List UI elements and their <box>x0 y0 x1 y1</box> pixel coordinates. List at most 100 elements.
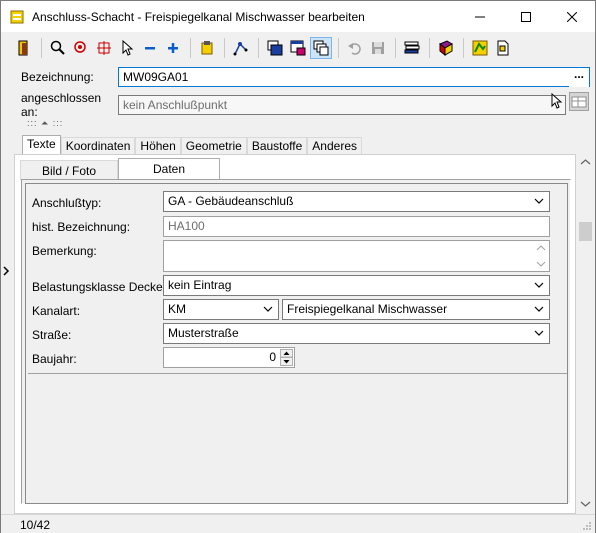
tab-geometrie[interactable]: Geometrie <box>180 137 247 155</box>
record-counter: 10/42 <box>20 518 51 532</box>
strasse-label: Straße: <box>32 328 72 342</box>
scroll-up-icon[interactable] <box>580 158 591 166</box>
belastungsklasse-label: Belastungsklasse Deckel: <box>32 280 169 294</box>
dialog-window: Anschluss-Schacht - Freispiegelkanal Mis… <box>0 0 596 533</box>
exit-icon <box>18 40 28 56</box>
splitter-grip[interactable]: ::: ⏶ ::: <box>27 118 63 129</box>
table-icon[interactable] <box>569 92 589 111</box>
crosshair-icon <box>97 41 111 55</box>
document-icon <box>497 40 509 56</box>
exit-button[interactable] <box>13 37 35 59</box>
stack-icon <box>404 41 420 54</box>
tab-anderes[interactable]: Anderes <box>307 137 362 155</box>
zoom-out-button[interactable] <box>139 37 161 59</box>
window-fill-button[interactable] <box>264 37 286 59</box>
app-icon <box>10 10 24 23</box>
hist-bezeichnung-label: hist. Bezeichnung: <box>32 220 131 234</box>
pointer-icon <box>122 40 134 56</box>
chevron-down-icon <box>534 282 544 288</box>
node-edit-icon <box>233 42 248 56</box>
anschlusstyp-value: GA - Gebäudeanschluß <box>168 194 294 208</box>
zoom-button[interactable] <box>47 37 69 59</box>
zoom-icon <box>50 40 65 55</box>
chevron-down-icon <box>263 306 273 312</box>
window-fill-icon <box>267 40 283 56</box>
minimize-icon <box>475 16 485 17</box>
crosshair-button[interactable] <box>93 37 115 59</box>
zoom-fit-icon <box>74 41 86 53</box>
map-icon <box>472 40 488 56</box>
bezeichnung-field[interactable]: MW09GA01 <box>118 67 590 87</box>
belastungsklasse-value: kein Eintrag <box>168 278 232 292</box>
vertical-scrollbar[interactable] <box>577 154 594 514</box>
toolbar <box>13 35 587 61</box>
save-icon <box>372 42 384 54</box>
undo-button[interactable] <box>344 37 366 59</box>
main-tabs: Texte Koordinaten Höhen Geometrie Bausto… <box>22 135 362 155</box>
close-icon <box>567 11 577 22</box>
strasse-value: Musterstraße <box>168 326 239 340</box>
kanalart-value: Freispiegelkanal Mischwasser <box>287 302 448 316</box>
stack-button[interactable] <box>401 37 423 59</box>
kanalart-code-select[interactable]: KM <box>163 299 279 320</box>
subtab-daten[interactable]: Daten <box>118 158 220 180</box>
book-icon <box>439 40 453 56</box>
collapse-arrow-icon[interactable] <box>3 266 10 276</box>
minimize-button[interactable] <box>457 1 503 32</box>
settings-button[interactable] <box>196 37 218 59</box>
resize-grip-icon[interactable] <box>581 520 592 531</box>
bemerkung-scroll-arrows-icon[interactable] <box>535 243 547 269</box>
belastungsklasse-select[interactable]: kein Eintrag <box>163 275 550 296</box>
document-button[interactable] <box>492 37 514 59</box>
close-button[interactable] <box>549 1 595 32</box>
tab-baustoffe[interactable]: Baustoffe <box>246 137 308 155</box>
chevron-down-icon <box>534 306 544 312</box>
status-bar: 10/42 <box>1 514 595 533</box>
tab-koordinaten[interactable]: Koordinaten <box>60 137 136 155</box>
form-divider <box>28 373 567 374</box>
pointer-button[interactable] <box>116 37 138 59</box>
angeschlossen-row: angeschlossen an: kein Anschlußpunkt <box>21 91 566 119</box>
chevron-down-icon <box>534 198 544 204</box>
baujahr-field[interactable]: 0 <box>163 347 295 368</box>
chevron-down-icon <box>534 330 544 336</box>
spinner-icon[interactable] <box>280 349 293 366</box>
anschlusstyp-label: Anschlußtyp: <box>32 196 102 210</box>
bemerkung-field[interactable] <box>163 240 550 272</box>
pick-cursor-icon[interactable] <box>550 93 564 109</box>
tab-texte[interactable]: Texte <box>22 135 61 155</box>
window-multi-icon <box>313 40 329 56</box>
tab-hoehen[interactable]: Höhen <box>135 137 181 155</box>
undo-icon <box>348 43 361 55</box>
anschlusstyp-select[interactable]: GA - Gebäudeanschluß <box>163 191 550 212</box>
bezeichnung-label: Bezeichnung: <box>21 70 94 84</box>
kanalart-select[interactable]: Freispiegelkanal Mischwasser <box>282 299 550 320</box>
save-button[interactable] <box>367 37 389 59</box>
browse-button[interactable]: ... <box>569 68 589 87</box>
strasse-select[interactable]: Musterstraße <box>163 323 550 344</box>
map-button[interactable] <box>469 37 491 59</box>
scroll-down-icon[interactable] <box>580 500 591 508</box>
node-edit-button[interactable] <box>230 37 252 59</box>
baujahr-label: Baujahr: <box>32 352 77 366</box>
scrollbar-thumb[interactable] <box>579 222 592 241</box>
settings-icon <box>201 41 213 55</box>
maximize-button[interactable] <box>503 1 549 32</box>
bezeichnung-row: Bezeichnung: MW09GA01 <box>21 67 590 87</box>
zoom-in-icon <box>168 43 178 53</box>
window-pick-button[interactable] <box>287 37 309 59</box>
title-bar: Anschluss-Schacht - Freispiegelkanal Mis… <box>1 1 595 32</box>
bemerkung-label: Bemerkung: <box>32 244 97 258</box>
angeschlossen-label: angeschlossen an: <box>21 91 102 119</box>
window-multi-button[interactable] <box>310 37 332 59</box>
kanalart-code-value: KM <box>168 302 186 316</box>
kanalart-label: Kanalart: <box>32 304 81 318</box>
zoom-fit-button[interactable] <box>70 37 92 59</box>
book-button[interactable] <box>435 37 457 59</box>
hist-bezeichnung-field[interactable]: HA100 <box>163 216 550 237</box>
maximize-icon <box>521 11 531 22</box>
angeschlossen-field[interactable]: kein Anschlußpunkt <box>118 95 566 115</box>
subtab-bild-foto[interactable]: Bild / Foto <box>20 160 118 180</box>
zoom-in-button[interactable] <box>162 37 184 59</box>
window-title: Anschluss-Schacht - Freispiegelkanal Mis… <box>32 9 365 24</box>
